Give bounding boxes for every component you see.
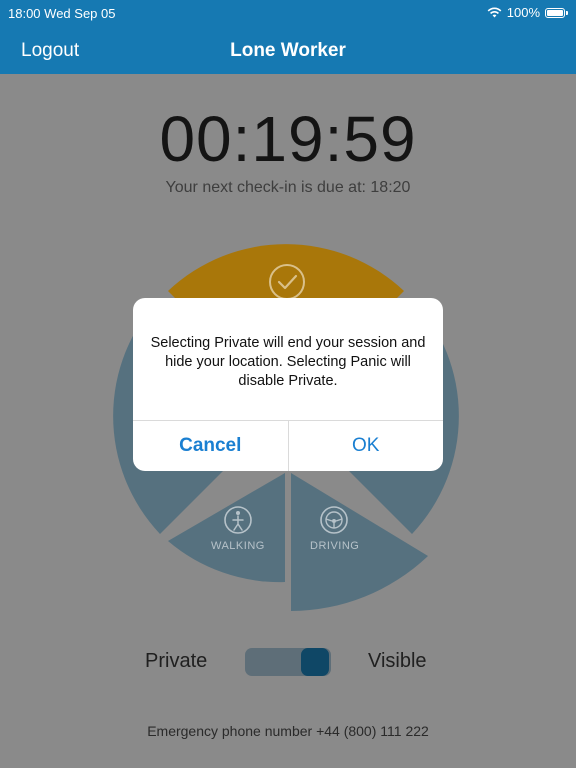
alert-message: Selecting Private will end your session … (150, 335, 426, 389)
cancel-button[interactable]: Cancel (133, 421, 289, 471)
toggle-knob[interactable] (301, 648, 329, 676)
visibility-toggle[interactable] (245, 648, 331, 676)
walking-label: WALKING (211, 540, 265, 552)
ok-button[interactable]: OK (289, 421, 444, 471)
visible-label: Visible (368, 650, 427, 672)
emergency-phone-text: Emergency phone number +44 (800) 111 222 (147, 723, 429, 739)
driving-label: DRIVING (310, 540, 360, 552)
alert-dialog: Selecting Private will end your session … (133, 298, 443, 471)
private-label: Private (145, 650, 208, 672)
alert-buttons: Cancel OK (133, 420, 443, 471)
